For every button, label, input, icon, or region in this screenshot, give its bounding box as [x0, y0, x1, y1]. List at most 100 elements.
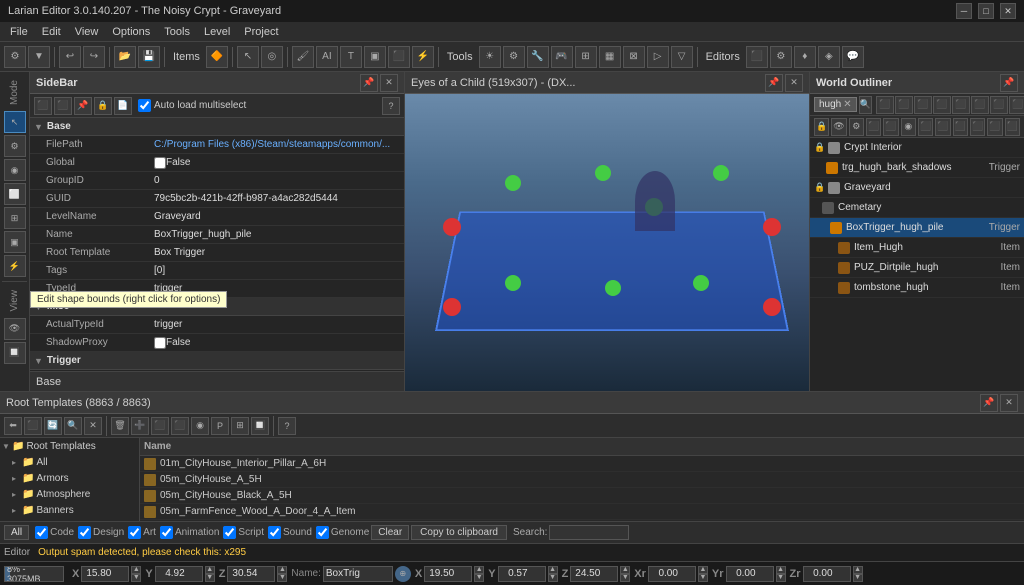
coord-x-input[interactable] — [81, 566, 129, 582]
rt-tree-armors[interactable]: ▸ 📁 Armors — [0, 470, 139, 486]
cb-design[interactable] — [78, 526, 91, 539]
outliner-item-tombstone[interactable]: tombstone_hugh Item — [810, 278, 1024, 298]
log-search-input[interactable] — [549, 525, 629, 540]
toolbar-open[interactable]: 📂 — [114, 46, 136, 68]
prop-roottemplate-value[interactable]: Box Trigger — [150, 247, 404, 258]
sb-help-btn[interactable]: ? — [382, 97, 400, 115]
handle-green-4[interactable] — [505, 275, 521, 291]
coord-zr-down[interactable]: ▼ — [853, 574, 863, 582]
rt-btn-11[interactable]: 🔲 — [251, 417, 269, 435]
toolbar-tool8[interactable]: ▽ — [671, 46, 693, 68]
outliner-item-bark[interactable]: trg_hugh_bark_shadows Trigger — [810, 158, 1024, 178]
toolbar-btn-2[interactable]: ▼ — [28, 46, 50, 68]
menu-project[interactable]: Project — [238, 25, 284, 39]
auto-load-label[interactable]: Auto load multiselect — [154, 100, 246, 111]
rt-list-item-3[interactable]: 05m_CityHouse_Black_A_5H — [140, 488, 1024, 504]
mode-btn-4[interactable]: ⊞ — [4, 207, 26, 229]
auto-load-checkbox[interactable]: Auto load multiselect — [138, 99, 246, 112]
minimize-button[interactable]: ─ — [956, 3, 972, 19]
rt-tree-atmosphere[interactable]: ▸ 📁 Atmosphere — [0, 486, 139, 502]
toolbar-ed1[interactable]: ⬛ — [746, 46, 768, 68]
maximize-button[interactable]: □ — [978, 3, 994, 19]
rt-btn-3[interactable]: 🔄 — [44, 417, 62, 435]
coord-xr-down[interactable]: ▼ — [698, 574, 708, 582]
rt-tree-all[interactable]: ▸ 📁 All — [0, 454, 139, 470]
toolbar-tool5[interactable]: ▦ — [599, 46, 621, 68]
sb-btn-3[interactable]: 📌 — [74, 97, 92, 115]
out-filter-11[interactable]: ⬛ — [987, 118, 1002, 136]
out-icon-4[interactable]: ⬛ — [933, 96, 951, 114]
coord-xr-up[interactable]: ▲ — [698, 566, 708, 574]
out-filter-5[interactable]: ⬛ — [883, 118, 898, 136]
mode-btn-3[interactable]: ⬜ — [4, 183, 26, 205]
toolbar-t3[interactable]: ⬛ — [388, 46, 410, 68]
toolbar-tool4[interactable]: ⊞ — [575, 46, 597, 68]
mode-btn-select[interactable]: ↖ — [4, 111, 26, 133]
rt-btn-add[interactable]: ➕ — [131, 417, 149, 435]
name-icon[interactable]: ⊕ — [395, 566, 411, 582]
rt-btn-help[interactable]: ? — [278, 417, 296, 435]
mode-btn-view1[interactable]: 👁 — [4, 318, 26, 340]
prop-shadowproxy-cb[interactable] — [154, 337, 166, 349]
toolbar-tool3[interactable]: 🎮 — [551, 46, 573, 68]
viewport-canvas[interactable] — [405, 94, 809, 391]
out-icon-1[interactable]: ⬛ — [876, 96, 894, 114]
prop-global-cb[interactable] — [154, 157, 166, 169]
outliner-item-itemhugh[interactable]: Item_Hugh Item — [810, 238, 1024, 258]
handle-green-6[interactable] — [693, 275, 709, 291]
sb-btn-4[interactable]: 🔒 — [94, 97, 112, 115]
log-tab-all[interactable]: All — [4, 525, 29, 540]
prop-filepath-value[interactable]: C:/Program Files (x86)/Steam/steamapps/c… — [150, 139, 404, 150]
toolbar-tool6[interactable]: ⊠ — [623, 46, 645, 68]
rt-btn-4[interactable]: 🔍 — [64, 417, 82, 435]
toolbar-save[interactable]: 💾 — [138, 46, 160, 68]
rt-btn-2[interactable]: ⬛ — [24, 417, 42, 435]
toolbar-redo[interactable]: ↪ — [83, 46, 105, 68]
prop-tags-value[interactable]: [0] — [150, 265, 404, 276]
rt-tree-banners[interactable]: ▸ 📁 Banners — [0, 502, 139, 518]
menu-options[interactable]: Options — [106, 25, 156, 39]
prop-groupid-value[interactable]: 0 — [150, 175, 404, 186]
name-input[interactable] — [323, 566, 393, 582]
out-icon-2[interactable]: ⬛ — [895, 96, 913, 114]
cb-code[interactable] — [35, 526, 48, 539]
toolbar-t2[interactable]: ▣ — [364, 46, 386, 68]
out-filter-1[interactable]: 🔒 — [814, 118, 829, 136]
out-filter-4[interactable]: ⬛ — [866, 118, 881, 136]
handle-red-4[interactable] — [763, 298, 781, 316]
toolbar-ed5[interactable]: 💬 — [842, 46, 864, 68]
handle-green-5[interactable] — [605, 280, 621, 296]
out-filter-6[interactable]: ◉ — [901, 118, 916, 136]
toolbar-t1[interactable]: T — [340, 46, 362, 68]
outliner-item-dirtpile[interactable]: PUZ_Dirtpile_hugh Item — [810, 258, 1024, 278]
copy-to-clipboard-button[interactable]: Copy to clipboard — [411, 525, 507, 540]
mode-btn-5[interactable]: ▣ — [4, 231, 26, 253]
mode-btn-6[interactable]: ⚡ — [4, 255, 26, 277]
section-trigger-header[interactable]: ▼ Trigger — [30, 352, 404, 370]
out-filter-2[interactable]: 👁 — [831, 118, 846, 136]
out-filter-9[interactable]: ⬛ — [953, 118, 968, 136]
rt-btn-6[interactable]: ⬛ — [151, 417, 169, 435]
rt-col-name[interactable]: Name — [144, 441, 171, 452]
close-button[interactable]: ✕ — [1000, 3, 1016, 19]
menu-tools[interactable]: Tools — [158, 25, 196, 39]
coord-y2-input[interactable] — [498, 566, 546, 582]
outliner-search-btn[interactable]: 🔍 — [859, 96, 872, 114]
filter-code[interactable]: Code — [35, 526, 74, 539]
out-icon-5[interactable]: ⬛ — [952, 96, 970, 114]
coord-z2-down[interactable]: ▼ — [620, 574, 630, 582]
filter-genome[interactable]: Genome — [316, 526, 369, 539]
search-tag-close[interactable]: ✕ — [843, 99, 851, 110]
filter-sound[interactable]: Sound — [268, 526, 312, 539]
out-filter-3[interactable]: ⚙ — [849, 118, 864, 136]
coord-y-input[interactable] — [155, 566, 203, 582]
auto-load-cb-input[interactable] — [138, 99, 151, 112]
toolbar-paint[interactable]: 🖌 — [292, 46, 314, 68]
prop-shadowproxy-value[interactable]: False — [150, 337, 404, 349]
cb-script[interactable] — [223, 526, 236, 539]
viewport-pin[interactable]: 📌 — [765, 74, 783, 92]
sb-btn-1[interactable]: ⬛ — [34, 97, 52, 115]
toolbar-undo[interactable]: ↩ — [59, 46, 81, 68]
out-icon-6[interactable]: ⬛ — [971, 96, 989, 114]
mode-btn-2[interactable]: ◉ — [4, 159, 26, 181]
